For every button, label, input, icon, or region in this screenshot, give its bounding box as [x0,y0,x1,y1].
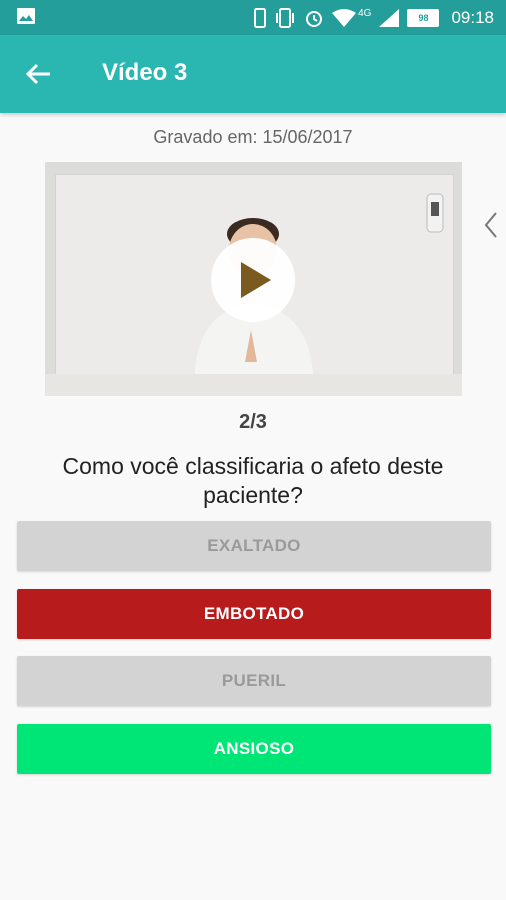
page-title: Vídeo 3 [102,59,188,86]
app-bar: Vídeo 3 [0,35,506,113]
option-pueril[interactable]: PUERIL [17,656,491,706]
option-embotado[interactable]: EMBOTADO [17,589,491,639]
wifi-icon [332,8,357,27]
dispenser-icon [426,193,444,233]
option-ansioso[interactable]: ANSIOSO [17,724,491,774]
chevron-left-icon[interactable] [482,210,502,240]
clock: 09:18 [451,7,494,27]
battery-icon: 98 [407,8,440,27]
play-button[interactable] [211,238,295,322]
option-exaltado[interactable]: EXALTADO [17,521,491,571]
image-icon [17,8,35,24]
video-player[interactable] [45,162,462,396]
recorded-date: Gravado em: 15/06/2017 [153,127,353,147]
question-progress: 2/3 [239,411,267,433]
video-table [45,374,462,396]
vibrate-icon [276,7,295,28]
phone-icon [254,7,267,28]
alarm-icon [306,10,323,27]
signal-icon [379,8,400,27]
arrow-left-icon[interactable] [22,57,58,91]
question-text: Como você classificaria o afeto deste pa… [62,453,444,508]
network-label: 4G [358,8,372,19]
status-bar: 4G 98 09:18 [0,0,506,35]
battery-label: 98 [418,12,429,23]
play-icon [241,262,271,298]
